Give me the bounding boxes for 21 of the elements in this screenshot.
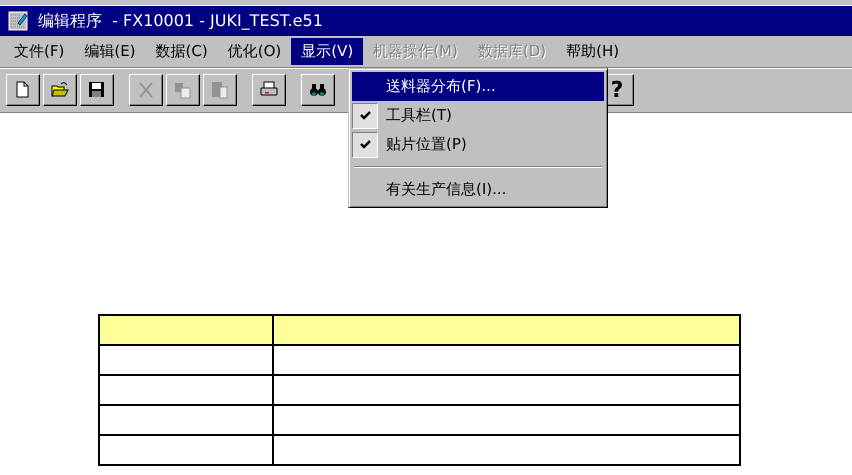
menu-item[interactable]: 编辑(E) [74, 38, 146, 65]
menu-option[interactable]: 有关生产信息(I)... [352, 175, 604, 204]
menu-option[interactable]: 贴片位置(P) [352, 130, 604, 159]
toolbar-button[interactable] [301, 74, 335, 106]
menu-item[interactable]: 数据(C) [146, 38, 218, 65]
toolbar-button[interactable] [80, 74, 114, 106]
copy-icon [174, 81, 192, 99]
toolbar-button[interactable] [6, 74, 40, 106]
clipboard-icon [211, 81, 229, 99]
toolbar-button[interactable] [252, 74, 286, 106]
folder-icon [51, 81, 69, 99]
menu-item[interactable]: 文件(F) [4, 38, 74, 65]
menu-option[interactable]: 送料器分布(F)... [352, 72, 604, 101]
menu-item[interactable]: 优化(O) [218, 38, 292, 65]
app-icon [8, 11, 28, 31]
toolbar-button[interactable] [43, 74, 77, 106]
binoculars-icon [309, 81, 327, 99]
scissors-icon [137, 81, 155, 99]
window-title: 编辑程序 - FX10001 - JUKI_TEST.e51 [38, 10, 323, 32]
menu-item[interactable]: 显示(V) [291, 38, 364, 65]
menu-item[interactable]: 帮助(H) [556, 38, 630, 65]
